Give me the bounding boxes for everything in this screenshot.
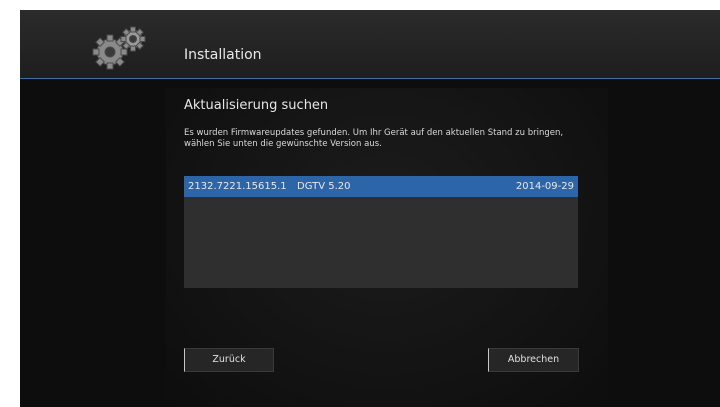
update-version-name: DGTV 5.20 (297, 181, 351, 192)
update-version-date: 2014-09-29 (515, 181, 574, 192)
update-version-id: 2132.7221.15615.1 (188, 181, 287, 192)
gears-icon (92, 26, 146, 70)
cancel-button[interactable]: Abbrechen (488, 348, 579, 372)
tv-screen: Installation Aktualisierung suchen Es wu… (20, 10, 720, 407)
update-list-item-selected[interactable]: 2132.7221.15615.1 DGTV 5.20 2014-09-29 (184, 176, 578, 197)
dialog-description: Es wurden Firmwareupdates gefunden. Um I… (184, 128, 564, 149)
dialog-title: Aktualisierung suchen (184, 98, 329, 113)
header-bar: Installation (20, 10, 720, 79)
header-title: Installation (184, 47, 262, 63)
back-button[interactable]: Zurück (184, 348, 274, 372)
update-list: 2132.7221.15615.1 DGTV 5.20 2014-09-29 (184, 176, 578, 288)
